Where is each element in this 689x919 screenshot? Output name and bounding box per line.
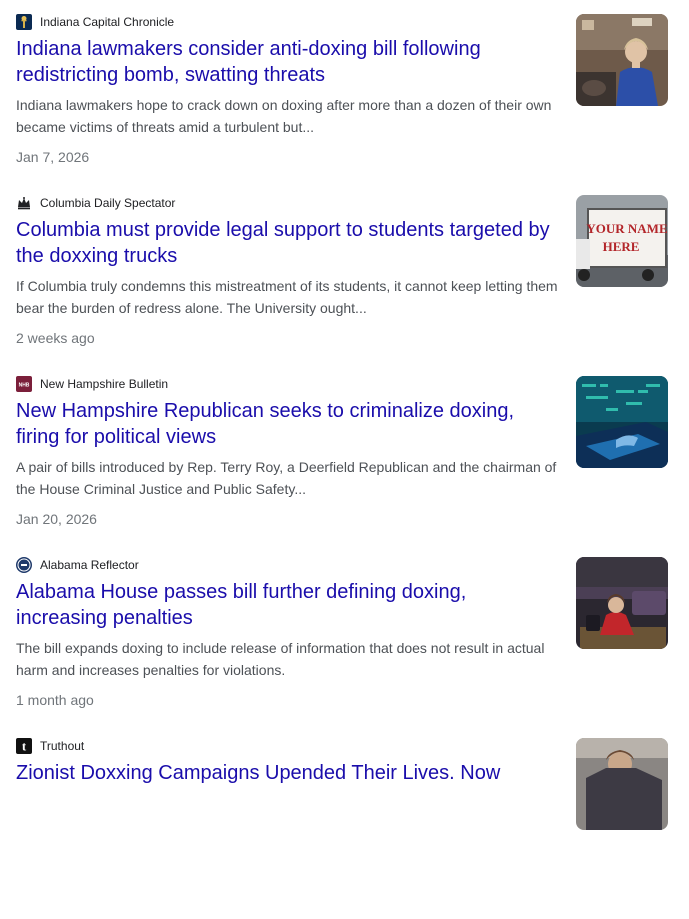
source-name: Indiana Capital Chronicle (40, 15, 175, 29)
headline-link[interactable]: Alabama House passes bill further defini… (16, 579, 556, 631)
snippet: Indiana lawmakers hope to crack down on … (16, 97, 552, 135)
news-result[interactable]: Columbia Daily Spectator Columbia must p… (0, 195, 689, 376)
snippet: The bill expands doxing to include relea… (16, 640, 545, 678)
source-name: Alabama Reflector (40, 558, 139, 572)
news-result[interactable]: t Truthout Zionist Doxxing Campaigns Upe… (0, 738, 689, 919)
news-result[interactable]: Alabama Reflector Alabama House passes b… (0, 557, 689, 738)
source-name: New Hampshire Bulletin (40, 377, 169, 391)
svg-text:NHB: NHB (19, 383, 30, 389)
source-row: t Truthout (16, 738, 84, 754)
source-row: Columbia Daily Spectator (16, 195, 175, 211)
thumbnail-image[interactable]: YOUR NAME HERE (576, 195, 668, 287)
truck-sign-line2: HERE (603, 239, 640, 254)
headline-link[interactable]: Zionist Doxxing Campaigns Upended Their … (16, 760, 556, 786)
date: Jan 20, 2026 (16, 511, 97, 527)
date: 1 month ago (16, 692, 94, 708)
source-row: NHB New Hampshire Bulletin (16, 376, 168, 392)
thumbnail-image[interactable] (576, 14, 668, 106)
seal-icon (16, 557, 32, 573)
source-row: Alabama Reflector (16, 557, 139, 573)
headline-link[interactable]: Indiana lawmakers consider anti-doxing b… (16, 36, 556, 88)
svg-text:t: t (22, 739, 27, 754)
date: 2 weeks ago (16, 330, 95, 346)
snippet: A pair of bills introduced by Rep. Terry… (16, 459, 557, 497)
thumbnail-image[interactable] (576, 738, 668, 830)
date: Jan 7, 2026 (16, 149, 90, 165)
thumbnail-image[interactable] (576, 557, 668, 649)
snippet: If Columbia truly condemns this mistreat… (16, 278, 558, 316)
torch-icon (16, 14, 32, 30)
thumbnail-image[interactable] (576, 376, 668, 468)
truck-sign-line1: YOUR NAME (586, 221, 667, 236)
source-name: Truthout (40, 739, 85, 753)
news-result[interactable]: NHB New Hampshire Bulletin New Hampshire… (0, 376, 689, 557)
truthout-t-icon: t (16, 738, 32, 754)
crown-icon (16, 195, 32, 211)
headline-link[interactable]: New Hampshire Republican seeks to crimin… (16, 398, 556, 450)
source-name: Columbia Daily Spectator (40, 196, 176, 210)
source-row: Indiana Capital Chronicle (16, 14, 174, 30)
headline-link[interactable]: Columbia must provide legal support to s… (16, 217, 556, 269)
nhb-logo-icon: NHB (16, 376, 32, 392)
news-result[interactable]: Indiana Capital Chronicle Indiana lawmak… (0, 14, 689, 195)
